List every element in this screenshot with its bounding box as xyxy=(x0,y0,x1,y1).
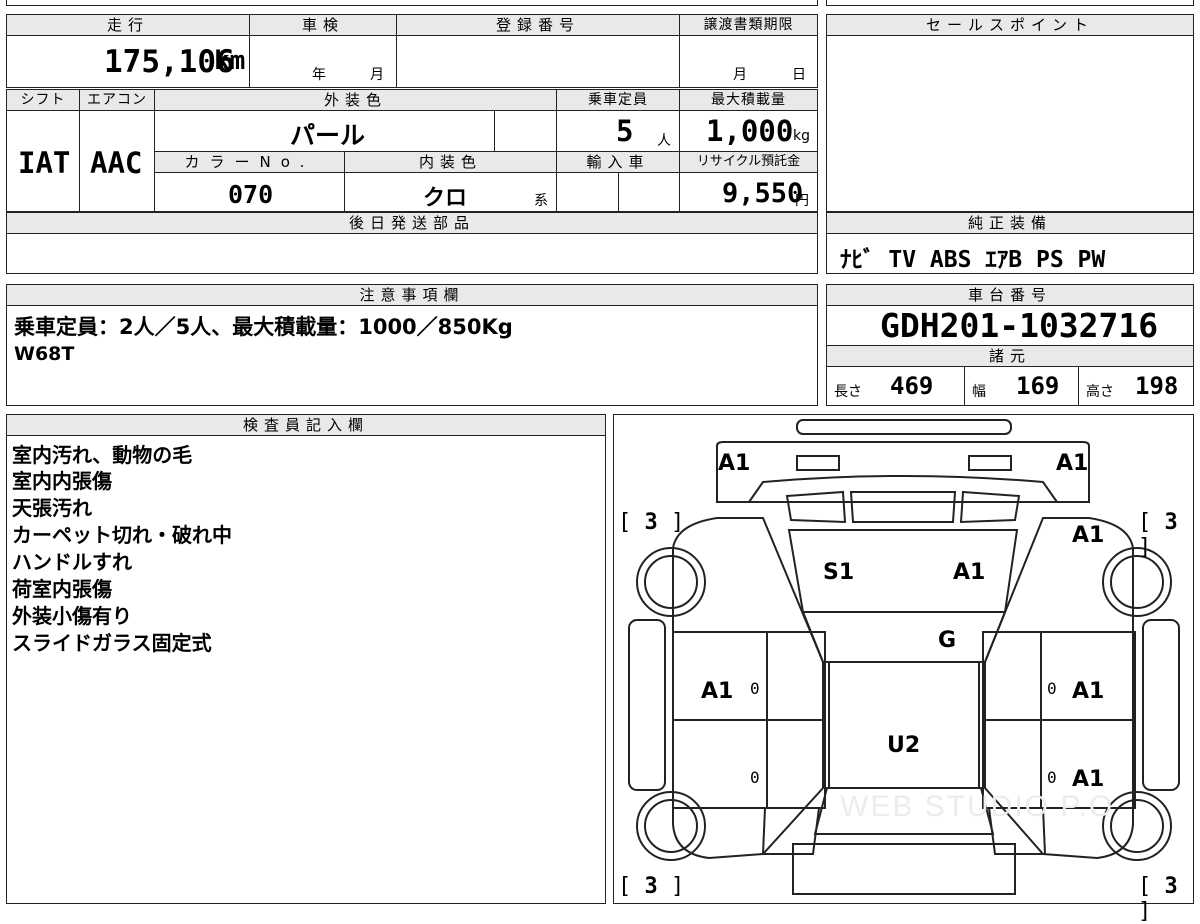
mark-roof-front: G xyxy=(938,628,957,653)
specs-header: 諸元 xyxy=(826,345,1194,367)
watermark: WEB STUDIO P.O xyxy=(840,790,1115,823)
spec-length-value: 469 xyxy=(890,372,934,400)
interior-color-value: クロ xyxy=(423,186,468,211)
mileage-unit: km xyxy=(214,46,246,76)
top-strip xyxy=(6,0,818,6)
interior-color-header: 内装色 xyxy=(344,151,557,173)
spec-height-label: 高さ xyxy=(1086,384,1114,400)
car-diagram xyxy=(628,419,1180,895)
inspector-note: 天張汚れ xyxy=(12,496,92,520)
tire-rear-left: [ 3 ] xyxy=(618,874,685,899)
color-no-value: 070 xyxy=(228,180,274,209)
inspector-header: 検査員記入欄 xyxy=(6,414,606,436)
mileage-header: 走行 xyxy=(6,14,250,36)
registration-cell xyxy=(396,35,680,88)
registration-header: 登録番号 xyxy=(396,14,680,36)
shaken-header: 車検 xyxy=(249,14,397,36)
mark-windshield-right: A1 xyxy=(953,560,986,585)
recycle-value: 9,550 xyxy=(722,178,804,209)
recycle-unit: 円 xyxy=(795,193,809,209)
mark-windshield-left: S1 xyxy=(823,560,855,585)
capacity-header: 乗車定員 xyxy=(556,89,680,111)
inspector-note: 外装小傷有り xyxy=(12,604,132,628)
mark-front-right: A1 xyxy=(1056,451,1089,476)
door-zero-lf: 0 xyxy=(750,679,760,698)
mark-right-door-rear: A1 xyxy=(1072,767,1105,792)
capacity-unit: 人 xyxy=(657,133,671,149)
chassis-value: GDH201-1032716 xyxy=(880,306,1159,345)
sales-point-box xyxy=(826,14,1194,212)
chassis-header: 車台番号 xyxy=(826,284,1194,306)
exterior-color-header: 外装色 xyxy=(154,89,557,111)
door-zero-rf: 0 xyxy=(1047,679,1057,698)
import-cell-b xyxy=(618,172,680,212)
door-zero-rr: 0 xyxy=(1047,768,1057,787)
max-load-header: 最大積載量 xyxy=(679,89,818,111)
import-header: 輸入車 xyxy=(556,151,680,173)
transfer-header: 譲渡書類期限 xyxy=(679,14,818,36)
max-load-unit: kg xyxy=(793,128,810,144)
sales-point-header: セールスポイント xyxy=(826,14,1194,36)
inspector-note: 室内汚れ、動物の毛 xyxy=(12,443,193,467)
inspector-note: カーペット切れ・破れ中 xyxy=(12,523,232,547)
transfer-month-label: 月 xyxy=(733,67,747,83)
exterior-color-extra xyxy=(494,110,557,152)
top-strip-right xyxy=(826,0,1194,6)
exterior-color-value: パール xyxy=(290,121,366,150)
inspector-note: 荷室内張傷 xyxy=(12,577,112,601)
tire-front-right: [ 3 ] xyxy=(1138,510,1178,560)
spec-width-value: 169 xyxy=(1016,372,1060,400)
mark-front-left: A1 xyxy=(718,451,751,476)
door-zero-lr: 0 xyxy=(750,768,760,787)
spec-length-label: 長さ xyxy=(834,384,862,400)
capacity-value: 5 xyxy=(616,114,634,148)
tire-front-left: [ 3 ] xyxy=(618,510,685,535)
max-load-value: 1,000 xyxy=(706,114,794,148)
caution-header: 注意事項欄 xyxy=(6,284,818,306)
later-parts-header: 後日発送部品 xyxy=(6,212,818,234)
mark-roof: U2 xyxy=(887,733,921,758)
equipment-header: 純正装備 xyxy=(826,212,1194,234)
caution-line-1: 乗車定員：2人／5人、最大積載量：1000／850Kg xyxy=(14,315,513,339)
inspector-note: 室内内張傷 xyxy=(12,469,112,493)
caution-line-2: W68T xyxy=(14,343,75,365)
aircon-header: エアコン xyxy=(79,89,155,111)
spec-height-value: 198 xyxy=(1135,372,1179,400)
mark-right-door-front: A1 xyxy=(1072,679,1105,704)
mark-right-fender: A1 xyxy=(1072,523,1105,548)
shift-header: シフト xyxy=(6,89,80,111)
later-parts-cell xyxy=(6,233,818,274)
equipment-value: ﾅﾋﾞ TV ABS ｴｱB PS PW xyxy=(840,247,1106,273)
color-no-header: カラーNo. xyxy=(154,151,345,173)
recycle-header: リサイクル預託金 xyxy=(679,151,818,173)
shift-value: IAT xyxy=(18,146,71,180)
interior-color-suffix: 系 xyxy=(534,193,548,209)
inspector-note: スライドガラス固定式 xyxy=(12,631,212,655)
shaken-year-label: 年 xyxy=(312,67,326,83)
transfer-day-label: 日 xyxy=(792,67,806,83)
import-cell-a xyxy=(556,172,619,212)
inspector-note: ハンドルすれ xyxy=(12,550,132,574)
mark-left-door-front: A1 xyxy=(701,679,734,704)
shaken-month-label: 月 xyxy=(370,67,384,83)
spec-width-label: 幅 xyxy=(972,384,986,400)
aircon-value: AAC xyxy=(90,146,143,180)
tire-rear-right: [ 3 ] xyxy=(1138,874,1178,924)
